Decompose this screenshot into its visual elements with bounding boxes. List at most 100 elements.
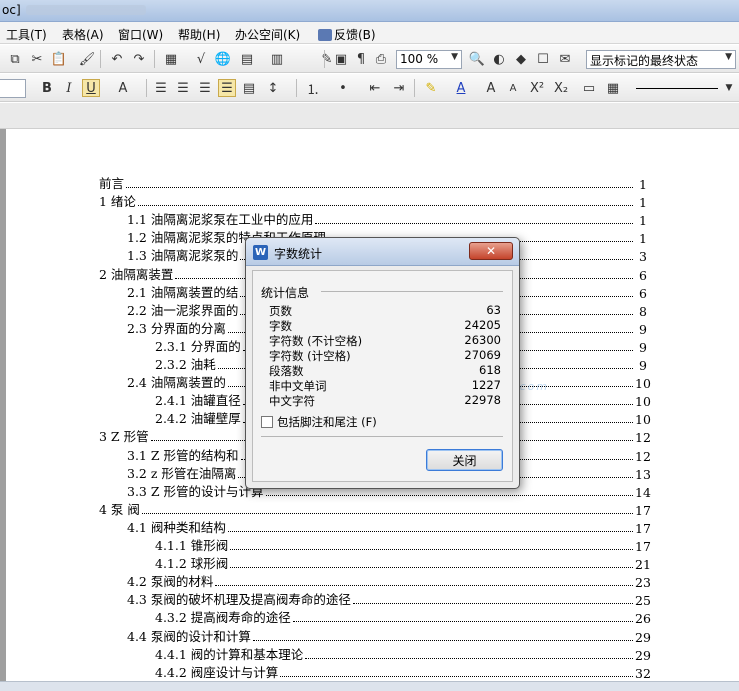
toolbar-separator: [100, 50, 101, 68]
dialog-title-bar[interactable]: W 字数统计 ✕: [246, 238, 519, 266]
template-icon[interactable]: ◆: [512, 50, 530, 68]
close-button[interactable]: 关闭: [426, 449, 503, 471]
menu-office-space[interactable]: 办公空间(K): [235, 26, 300, 43]
zoom-combo[interactable]: 100 % ▼: [396, 50, 462, 69]
toc-entry[interactable]: 1 绪论 1: [99, 192, 647, 210]
include-footnotes-checkbox[interactable]: [261, 416, 273, 428]
cut-icon[interactable]: ✂: [28, 50, 46, 68]
line-spacing-icon[interactable]: ↕: [264, 79, 282, 97]
stat-value: 63: [486, 303, 501, 317]
align-right-icon[interactable]: ☰: [196, 79, 214, 97]
highlight-icon[interactable]: ✎: [422, 79, 440, 97]
stat-row: 非中文单词 1227: [269, 378, 501, 394]
shrink-font-icon[interactable]: A: [504, 79, 522, 97]
menu-window[interactable]: 窗口(W): [118, 26, 163, 43]
stat-value: 1227: [471, 378, 501, 392]
toc-entry[interactable]: 前言 1: [99, 174, 647, 192]
toc-entry-title: 3.2 z 形管在油隔离: [127, 465, 237, 481]
align-left-icon[interactable]: ☰: [152, 79, 170, 97]
toc-entry[interactable]: 4.1.2 球形阀 21: [155, 554, 651, 573]
stat-label: 字数: [269, 319, 292, 333]
toc-entry-title: 2.4.2 油罐壁厚: [155, 411, 241, 427]
paste-icon[interactable]: 📋: [50, 50, 68, 68]
menu-feedback[interactable]: 反馈(B): [318, 26, 376, 43]
align-center-icon[interactable]: ☰: [174, 79, 192, 97]
research-icon[interactable]: ◐: [490, 50, 508, 68]
window-title-bar: oc]: [0, 0, 739, 22]
superscript-icon[interactable]: X²: [528, 79, 546, 97]
markup-view-select[interactable]: 显示标记的最终状态 ▼: [586, 50, 736, 69]
toc-entry-title: 1.3 油隔离泥浆泵的: [127, 248, 239, 264]
font-color-icon[interactable]: A: [452, 79, 470, 97]
hyperlink-icon[interactable]: 🌐: [214, 50, 232, 68]
copy-icon[interactable]: ⧉: [6, 50, 24, 68]
grow-font-icon[interactable]: A: [482, 79, 500, 97]
subscript-icon[interactable]: X₂: [552, 79, 570, 97]
include-footnotes-option[interactable]: 包括脚注和尾注 (F): [261, 414, 377, 430]
undo-icon[interactable]: ↶: [108, 50, 126, 68]
toc-entry-page: 26: [635, 611, 651, 627]
toc-entry-title: 2.4.1 油罐直径: [155, 393, 241, 409]
toc-leader-dots: [315, 223, 633, 225]
font-effects-icon[interactable]: A: [114, 79, 132, 97]
toc-entry[interactable]: 4.2 泵阀的材料 23: [127, 572, 651, 591]
toc-entry[interactable]: 4.3 泵阀的破坏机理及提高阀寿命的途径 25: [127, 590, 651, 608]
shirt-icon[interactable]: ☐: [534, 50, 552, 68]
toc-entry[interactable]: 4.4.2 阀座设计与计算 32: [155, 663, 651, 681]
show-marks-icon[interactable]: ¶: [352, 50, 370, 68]
increase-indent-icon[interactable]: ⇥: [390, 79, 408, 97]
stat-row: 字符数 (不计空格) 26300: [269, 333, 501, 349]
toc-entry-page: 21: [635, 557, 651, 573]
menu-help[interactable]: 帮助(H): [178, 26, 220, 43]
format-painter-icon[interactable]: 🖌: [78, 50, 96, 68]
toc-entry[interactable]: 4.1.1 锥形阀 17: [155, 536, 651, 554]
stat-value: 24205: [464, 318, 501, 332]
insert-table-icon[interactable]: ▦: [162, 50, 180, 68]
toc-entry-title: 4.3.2 提高阀寿命的途径: [155, 610, 291, 626]
document-map-icon[interactable]: ▣: [332, 50, 350, 68]
mail-icon[interactable]: ✉: [556, 50, 574, 68]
toc-entry-page: 10: [635, 412, 651, 428]
toc-entry-page: 23: [635, 575, 651, 591]
chevron-down-icon[interactable]: ▼: [720, 79, 738, 97]
toc-leader-dots: [137, 205, 633, 207]
stats-group-label: 统计信息: [261, 286, 310, 300]
menu-tools[interactable]: 工具(T): [6, 26, 47, 43]
underline-icon[interactable]: U: [82, 79, 100, 97]
justify-icon[interactable]: ☰: [218, 79, 236, 97]
toc-entry[interactable]: 1.1 油隔离泥浆泵在工业中的应用 1: [127, 210, 647, 228]
line-style-preview[interactable]: [636, 88, 718, 89]
bullets-icon[interactable]: •: [334, 79, 352, 97]
left-gutter: [0, 129, 6, 681]
zoom-value: 100 %: [400, 52, 439, 66]
toc-entry[interactable]: 4.1 阀种类和结构 17: [127, 518, 651, 536]
toc-entry[interactable]: 4 泵 阀 17: [99, 500, 651, 518]
toc-entry[interactable]: 4.4 泵阀的设计和计算 29: [127, 627, 651, 645]
stat-row: 字数 24205: [269, 318, 501, 334]
italic-icon[interactable]: I: [60, 79, 78, 97]
table-grid-icon[interactable]: ▤: [238, 50, 256, 68]
find-icon[interactable]: 🔍: [468, 50, 486, 68]
toc-entry-page: 13: [635, 466, 651, 482]
toc-leader-dots: [352, 603, 633, 605]
formula-icon[interactable]: √: [192, 50, 210, 68]
stat-row: 中文字符 22978: [269, 393, 501, 409]
formatting-toolbar: B I U A ☰ ☰ ☰ ☰ ▤ ↕ ⒈ • ⇤ ⇥ ✎ A A A X² X…: [0, 74, 739, 102]
columns-icon[interactable]: ▥: [268, 50, 286, 68]
print-preview-icon[interactable]: ⎙: [372, 50, 390, 68]
close-icon[interactable]: ✕: [469, 242, 513, 260]
numbering-icon[interactable]: ⒈: [304, 79, 322, 98]
redo-icon[interactable]: ↷: [130, 50, 148, 68]
toc-entry[interactable]: 4.4.1 阀的计算和基本理论 29: [155, 645, 651, 663]
menu-table[interactable]: 表格(A): [62, 26, 104, 43]
insert-textbox-icon[interactable]: ▭: [580, 79, 598, 97]
toc-entry-page: 12: [635, 448, 651, 464]
borders-icon[interactable]: ▦: [604, 79, 622, 97]
toc-entry[interactable]: 4.3.2 提高阀寿命的途径 26: [155, 608, 651, 627]
decrease-indent-icon[interactable]: ⇤: [366, 79, 384, 97]
toc-entry-page: 10: [635, 376, 651, 392]
bold-icon[interactable]: B: [38, 79, 56, 97]
toc-entry-page: 9: [639, 358, 647, 373]
distribute-icon[interactable]: ▤: [240, 79, 258, 97]
font-size-combo[interactable]: [0, 79, 26, 98]
